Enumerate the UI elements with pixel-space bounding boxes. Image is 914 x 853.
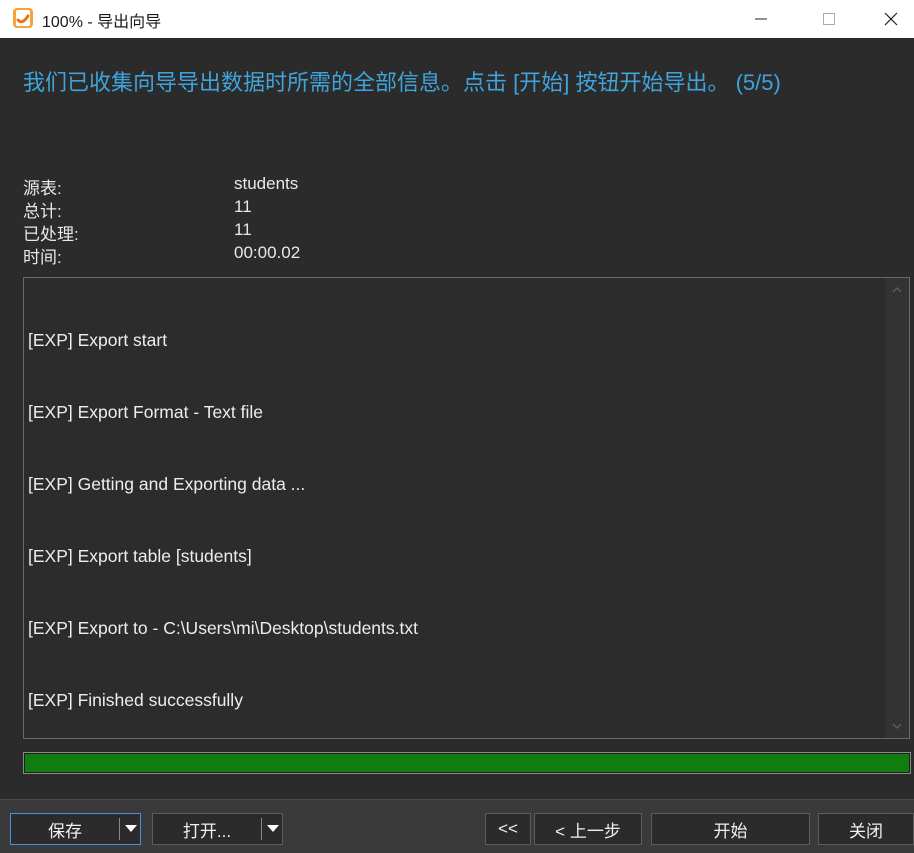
button-bar: 保存 打开... << < 上一步 开始 关闭 (0, 799, 914, 853)
chevron-down-icon (125, 825, 137, 832)
scroll-up-icon[interactable] (891, 284, 903, 296)
total-value: 11 (234, 197, 252, 216)
log-line: [EXP] Export to - C:\Users\mi\Desktop\st… (28, 618, 418, 638)
open-dropdown-button[interactable] (262, 814, 284, 844)
back-button[interactable]: < 上一步 (534, 813, 642, 845)
log-scrollbar[interactable] (885, 278, 909, 738)
source-table-value: students (234, 174, 299, 193)
log-line: [EXP] Export start (28, 330, 168, 350)
wizard-body: 我们已收集向导导出数据时所需的全部信息。点击 [开始] 按钮开始导出。 (5/5… (0, 38, 914, 799)
close-button[interactable]: 关闭 (818, 813, 914, 845)
log-line: [EXP] Finished successfully (28, 690, 243, 710)
export-log[interactable]: [EXP] Export start [EXP] Export Format -… (23, 277, 910, 739)
log-line: [EXP] Export table [students] (28, 546, 252, 566)
progress-fill (25, 754, 909, 772)
total-label: 总计: (23, 202, 62, 221)
export-progress-bar (23, 752, 911, 774)
log-lines: [EXP] Export start [EXP] Export Format -… (28, 280, 418, 760)
maximize-button[interactable] (806, 0, 852, 38)
app-logo-icon (13, 8, 33, 28)
open-button[interactable]: 打开... (153, 817, 261, 842)
window-title: 100% - 导出向导 (42, 14, 162, 31)
open-split-button[interactable]: 打开... (152, 813, 283, 845)
start-button[interactable]: 开始 (651, 813, 810, 845)
close-icon (884, 12, 898, 26)
time-label: 时间: (23, 248, 62, 267)
source-table-label: 源表: (23, 179, 62, 198)
minimize-button[interactable] (738, 0, 784, 38)
title-bar: 100% - 导出向导 (0, 0, 914, 38)
save-dropdown-button[interactable] (120, 814, 142, 844)
processed-value: 11 (234, 220, 252, 239)
save-split-button[interactable]: 保存 (10, 813, 141, 845)
close-window-button[interactable] (868, 0, 914, 38)
minimize-icon (755, 18, 767, 20)
processed-label: 已处理: (23, 225, 79, 244)
first-step-button[interactable]: << (485, 813, 531, 845)
maximize-icon (823, 13, 835, 25)
log-line: [EXP] Export Format - Text file (28, 402, 264, 422)
chevron-down-icon (267, 825, 279, 832)
wizard-headline: 我们已收集向导导出数据时所需的全部信息。点击 [开始] 按钮开始导出。 (5/5… (23, 70, 781, 95)
save-button[interactable]: 保存 (11, 817, 119, 842)
scroll-down-icon[interactable] (891, 720, 903, 732)
log-line: [EXP] Getting and Exporting data ... (28, 474, 306, 494)
time-value: 00:00.02 (234, 243, 301, 262)
